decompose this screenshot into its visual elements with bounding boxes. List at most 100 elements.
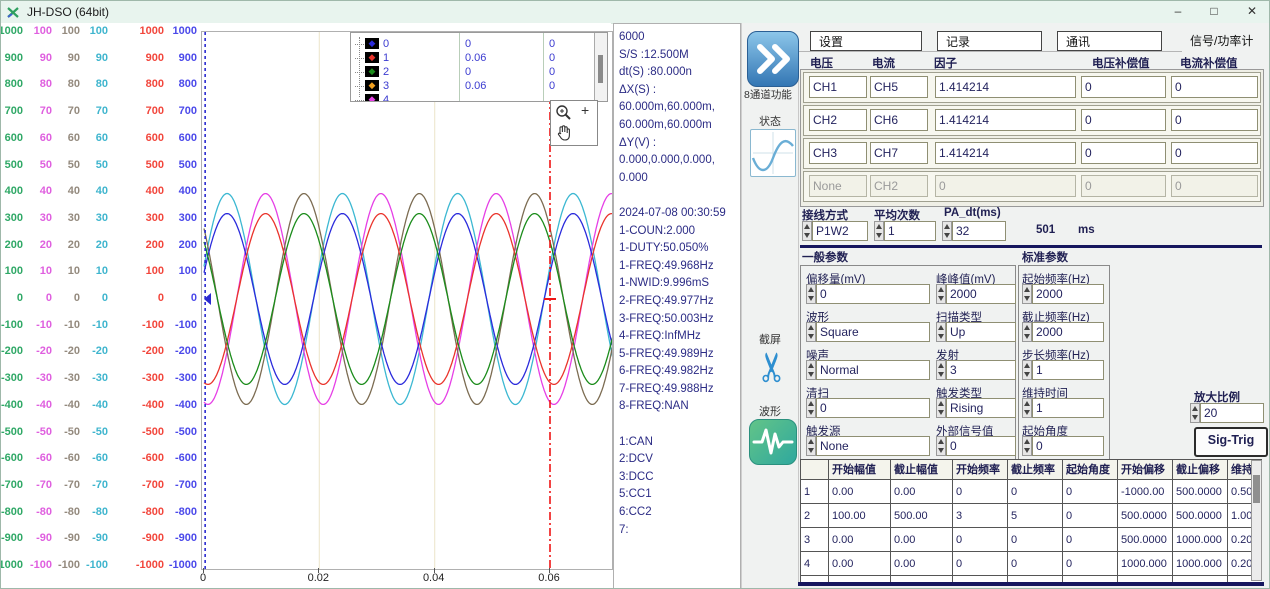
sweep-data-cell[interactable]: 0	[1008, 480, 1063, 504]
sweep-data-cell[interactable]: 0.00	[891, 528, 953, 552]
spin-down-icon[interactable]	[938, 296, 944, 301]
power-v_comp-field[interactable]: 0	[1081, 76, 1166, 98]
spin-arrows[interactable]	[936, 284, 946, 304]
spin-arrows[interactable]	[942, 221, 952, 241]
spin-up-icon[interactable]	[808, 363, 814, 368]
sine-chart-icon[interactable]	[750, 129, 796, 177]
spin-up-icon[interactable]	[944, 224, 950, 229]
spin-arrows[interactable]	[1022, 322, 1032, 342]
standard-param-spinner-value[interactable]: 2000	[1032, 284, 1104, 304]
spin-down-icon[interactable]	[876, 233, 882, 238]
spin-arrows[interactable]	[806, 284, 816, 304]
spin-up-icon[interactable]	[1024, 325, 1030, 330]
general-param-spinner[interactable]: 0	[806, 398, 930, 418]
general-param-spinner[interactable]: Up	[936, 322, 1016, 342]
scissors-icon[interactable]: ✂	[751, 346, 795, 388]
sweep-data-cell[interactable]: 0	[953, 528, 1008, 552]
spin-up-icon[interactable]	[1024, 363, 1030, 368]
spin-up-icon[interactable]	[808, 287, 814, 292]
general-param-spinner[interactable]: 2000	[936, 284, 1016, 304]
tab-1[interactable]: 设置	[810, 31, 922, 51]
spin-down-icon[interactable]	[808, 448, 814, 453]
sweep-data-cell[interactable]: 0.00	[891, 552, 953, 576]
general-param-spinner-value[interactable]: Rising	[946, 398, 1016, 418]
general-param-spinner[interactable]: 0	[936, 436, 1016, 456]
general-param-spinner-value[interactable]: 0	[816, 284, 930, 304]
spin-down-icon[interactable]	[1024, 448, 1030, 453]
power-v_comp-field[interactable]: 0	[1081, 142, 1166, 164]
general-param-spinner-value[interactable]: None	[816, 436, 930, 456]
legend-row[interactable]: ◆30.060	[351, 79, 607, 93]
sweep-data-cell[interactable]: 0.00	[829, 552, 891, 576]
spin-arrows[interactable]	[806, 398, 816, 418]
general-param-spinner-value[interactable]: Up	[946, 322, 1016, 342]
legend-row[interactable]: ◆10.060	[351, 51, 607, 65]
sweep-data-cell[interactable]: 0	[1063, 504, 1118, 528]
sweep-data-cell[interactable]: 0	[953, 552, 1008, 576]
spin-arrows[interactable]	[802, 221, 812, 241]
sig-trig-button[interactable]: Sig-Trig	[1194, 427, 1268, 457]
spin-down-icon[interactable]	[1024, 372, 1030, 377]
power-factor-field[interactable]: 1.414214	[935, 76, 1076, 98]
legend-row[interactable]: ◆200	[351, 65, 607, 79]
power-current-field[interactable]: CH7	[870, 142, 928, 164]
general-param-spinner-value[interactable]: Square	[816, 322, 930, 342]
spin-up-icon[interactable]	[808, 401, 814, 406]
sweep-data-cell[interactable]: 500.0000	[1173, 504, 1228, 528]
sweep-data-cell[interactable]: 0.00	[891, 480, 953, 504]
spin-arrows[interactable]	[1022, 284, 1032, 304]
spin-arrows[interactable]	[806, 322, 816, 342]
spin-down-icon[interactable]	[938, 334, 944, 339]
spin-down-icon[interactable]	[808, 296, 814, 301]
legend-row[interactable]: ◆000	[351, 37, 607, 51]
spin-down-icon[interactable]	[938, 448, 944, 453]
sweep-data-cell[interactable]: 0	[1063, 528, 1118, 552]
spin-up-icon[interactable]	[876, 224, 882, 229]
standard-param-spinner[interactable]: 2000	[1022, 284, 1104, 304]
spin-arrows[interactable]	[1022, 398, 1032, 418]
general-param-spinner-value[interactable]: Normal	[816, 360, 930, 380]
power-voltage-field[interactable]: CH2	[809, 109, 867, 131]
general-param-spinner[interactable]: Square	[806, 322, 930, 342]
power-voltage-field[interactable]: CH3	[809, 142, 867, 164]
tab-3[interactable]: 通讯	[1057, 31, 1162, 51]
spin-arrows[interactable]	[936, 398, 946, 418]
sweep-data-cell[interactable]: 1000.000	[1173, 528, 1228, 552]
sweep-data-cell[interactable]: 0	[1063, 480, 1118, 504]
spin-arrows[interactable]	[806, 436, 816, 456]
power-factor-field[interactable]: 1.414214	[935, 142, 1076, 164]
standard-param-spinner[interactable]: 2000	[1022, 322, 1104, 342]
tab-2[interactable]: 记录	[937, 31, 1042, 51]
sweep-data-cell[interactable]: 0.00	[829, 528, 891, 552]
spin-up-icon[interactable]	[804, 224, 810, 229]
spin-down-icon[interactable]	[808, 410, 814, 415]
pan-hand-icon[interactable]	[554, 123, 574, 143]
general-param-spinner[interactable]: Normal	[806, 360, 930, 380]
sweep-scroll-thumb[interactable]	[1253, 475, 1260, 503]
spin-arrows[interactable]	[936, 436, 946, 456]
spin-down-icon[interactable]	[938, 410, 944, 415]
wave-icon[interactable]	[749, 419, 797, 465]
spin-down-icon[interactable]	[1024, 334, 1030, 339]
sweep-data-cell[interactable]: 1000.000	[1173, 552, 1228, 576]
spin-up-icon[interactable]	[1024, 439, 1030, 444]
standard-param-spinner[interactable]: 1	[1022, 360, 1104, 380]
general-param-spinner[interactable]: 3	[936, 360, 1016, 380]
spin-arrows[interactable]	[1190, 403, 1200, 423]
pa-dt-spinner[interactable]: 32	[942, 221, 1006, 241]
spin-down-icon[interactable]	[938, 372, 944, 377]
plot-legend[interactable]: ◆000◆10.060◆200◆30.060◆4	[350, 32, 608, 102]
general-param-spinner[interactable]: Rising	[936, 398, 1016, 418]
spin-arrows[interactable]	[806, 360, 816, 380]
standard-param-spinner-value[interactable]: 1	[1032, 398, 1104, 418]
sweep-data-cell[interactable]: 0	[953, 480, 1008, 504]
standard-param-spinner[interactable]: 0	[1022, 436, 1104, 456]
pa-dt-spinner-value[interactable]: 32	[952, 221, 1006, 241]
legend-scrollbar[interactable]	[594, 33, 607, 101]
wiring-mode-spinner-value[interactable]: P1W2	[812, 221, 868, 241]
spin-up-icon[interactable]	[938, 325, 944, 330]
power-current-field[interactable]: CH6	[870, 109, 928, 131]
spin-up-icon[interactable]	[938, 287, 944, 292]
spin-up-icon[interactable]	[938, 439, 944, 444]
spin-down-icon[interactable]	[1024, 296, 1030, 301]
